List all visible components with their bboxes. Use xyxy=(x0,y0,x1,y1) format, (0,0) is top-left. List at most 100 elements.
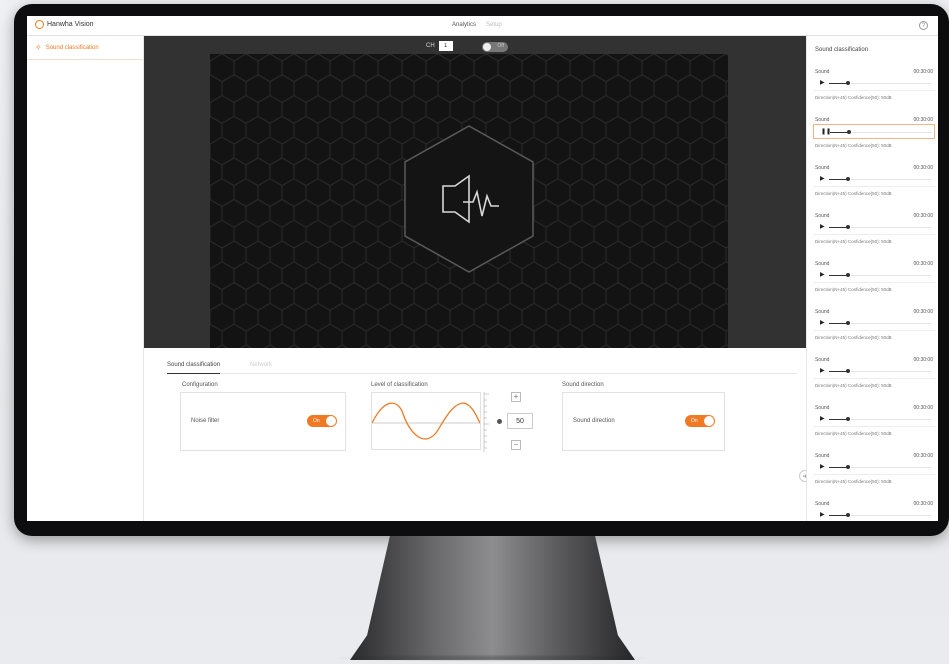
progress-track xyxy=(829,467,847,468)
tab-analytics[interactable]: Analytics xyxy=(452,22,476,28)
play-icon[interactable]: ▶ xyxy=(820,319,825,326)
channel-label: CH xyxy=(426,43,435,49)
sound-info: Direction(N+45) Confidence(50): 50dB xyxy=(815,95,892,100)
sound-time: 00:30:00 xyxy=(913,165,933,171)
progress-knob[interactable] xyxy=(846,321,850,325)
audio-player: ▶ xyxy=(813,316,935,331)
toggle-knob xyxy=(326,416,336,426)
right-panel: Sound classification Sound 00:30:00 ▶ Direc… xyxy=(806,36,938,521)
level-decrease-button[interactable]: − xyxy=(511,440,521,450)
noise-filter-label: Noise filter xyxy=(191,418,220,424)
progress-rest xyxy=(851,83,931,84)
channel-input[interactable] xyxy=(438,41,453,51)
toggle-knob xyxy=(483,43,491,51)
sound-hexagon-icon xyxy=(404,125,534,273)
sound-list-item[interactable]: Sound 00:30:00 ▶ Direction(N+45) Confidence… xyxy=(807,447,938,495)
progress-track xyxy=(829,515,847,516)
bottom-tabs: Sound classification Network xyxy=(167,356,797,374)
progress-knob[interactable] xyxy=(846,225,850,229)
sound-time: 00:30:00 xyxy=(913,69,933,75)
level-title: Level of classification xyxy=(371,382,428,388)
screen: Hanwha Vision Analytics Setup ? ✧ Sound … xyxy=(27,16,938,521)
sound-info: Direction(N+45) Confidence(50): 50dB xyxy=(815,479,892,484)
play-icon[interactable]: ▶ xyxy=(820,271,825,278)
sound-info: Direction(N+45) Confidence(50): 50dB xyxy=(815,383,892,388)
sidebar-item-sound-classification[interactable]: ✧ Sound classification xyxy=(27,36,143,60)
progress-rest xyxy=(851,419,931,420)
monitor-stand-shadow xyxy=(330,654,655,662)
video-area: CH Off xyxy=(144,36,806,348)
level-value-field[interactable]: 50 xyxy=(507,413,533,429)
toggle-knob xyxy=(704,416,714,426)
progress-knob[interactable] xyxy=(846,177,850,181)
progress-track xyxy=(829,83,847,84)
sound-name: Sound xyxy=(815,165,830,171)
sound-name: Sound xyxy=(815,261,830,267)
progress-rest xyxy=(851,227,931,228)
play-icon[interactable]: ▶ xyxy=(820,223,825,230)
progress-knob[interactable] xyxy=(846,513,850,517)
sound-list-item[interactable]: Sound 00:30:00 ▶ Direction(N+45) Confidence… xyxy=(807,303,938,351)
sound-list-item[interactable]: Sound 00:30:00 ▶ Direction(N+45) Confidence… xyxy=(807,63,938,111)
video-frame xyxy=(210,54,728,348)
brand-logo-icon xyxy=(35,20,44,29)
progress-track xyxy=(829,371,847,372)
sound-info: Direction(N+45) Confidence(50): 50dB xyxy=(815,191,892,196)
audio-player: ▶ xyxy=(813,508,935,521)
progress-rest xyxy=(851,179,931,180)
progress-track xyxy=(830,132,848,133)
sound-list-item[interactable]: Sound 00:30:00 ▶ Direction(N+45) Confidence… xyxy=(807,159,938,207)
noise-filter-toggle[interactable]: On xyxy=(307,415,337,427)
progress-knob[interactable] xyxy=(846,273,850,277)
progress-knob[interactable] xyxy=(847,130,851,134)
tab-network[interactable]: Network xyxy=(250,356,272,374)
progress-knob[interactable] xyxy=(846,369,850,373)
sound-list-item[interactable]: Sound 00:30:00 ▶ Direction(N+45) Confidence… xyxy=(807,399,938,447)
sound-name: Sound xyxy=(815,357,830,363)
play-icon[interactable]: ▶ xyxy=(820,175,825,182)
top-bar: Hanwha Vision Analytics Setup ? xyxy=(27,16,938,36)
tab-setup[interactable]: Setup xyxy=(486,22,502,28)
sound-list: Sound 00:30:00 ▶ Direction(N+45) Confidence… xyxy=(807,63,938,521)
progress-track xyxy=(829,275,847,276)
progress-knob[interactable] xyxy=(846,81,850,85)
play-icon[interactable]: ▶ xyxy=(820,511,825,518)
sound-list-item[interactable]: Sound 00:30:00 ❚❚ Direction(N+45) Confidenc… xyxy=(807,111,938,159)
play-icon[interactable]: ▶ xyxy=(820,367,825,374)
level-increase-button[interactable]: + xyxy=(511,392,521,402)
progress-track xyxy=(829,179,847,180)
video-toggle[interactable]: Off xyxy=(482,42,508,52)
sound-time: 00:30:00 xyxy=(913,261,933,267)
help-icon[interactable]: ? xyxy=(919,21,928,30)
sound-info: Direction(N+45) Confidence(50): 50dB xyxy=(815,143,892,148)
audio-player: ▶ xyxy=(813,268,935,283)
waveform-graph xyxy=(371,402,481,440)
progress-rest xyxy=(851,467,931,468)
progress-rest xyxy=(851,323,931,324)
level-slider-handle[interactable] xyxy=(497,419,502,424)
channel-control: CH xyxy=(426,41,453,51)
sound-list-item[interactable]: Sound 00:30:00 ▶ Direction(N+45) Confidence… xyxy=(807,255,938,303)
sound-name: Sound xyxy=(815,501,830,507)
sound-list-item[interactable]: Sound 00:30:00 ▶ Direction(N+45) Confidence… xyxy=(807,207,938,255)
play-icon[interactable]: ▶ xyxy=(820,415,825,422)
toggle-text: Off xyxy=(497,43,504,49)
sound-list-item[interactable]: Sound 00:30:00 ▶ Direction(N+45) Confidence… xyxy=(807,351,938,399)
toggle-text: On xyxy=(691,418,698,424)
play-icon[interactable]: ▶ xyxy=(820,79,825,86)
right-panel-title: Sound classification xyxy=(815,47,869,53)
progress-rest xyxy=(851,275,931,276)
sound-direction-toggle[interactable]: On xyxy=(685,415,715,427)
tab-sound-classification[interactable]: Sound classification xyxy=(167,356,221,374)
progress-knob[interactable] xyxy=(846,465,850,469)
progress-knob[interactable] xyxy=(846,417,850,421)
brand[interactable]: Hanwha Vision xyxy=(35,20,94,29)
monitor-stand xyxy=(350,536,635,660)
audio-player: ▶ xyxy=(813,172,935,187)
sound-list-item[interactable]: Sound 00:30:00 ▶ xyxy=(807,495,938,521)
sound-direction-label: Sound direction xyxy=(573,418,615,424)
sound-info: Direction(N+45) Confidence(50): 50dB xyxy=(815,335,892,340)
sound-info: Direction(N+45) Confidence(50): 50dB xyxy=(815,431,892,436)
sidebar: ✧ Sound classification xyxy=(27,36,144,521)
play-icon[interactable]: ▶ xyxy=(820,463,825,470)
